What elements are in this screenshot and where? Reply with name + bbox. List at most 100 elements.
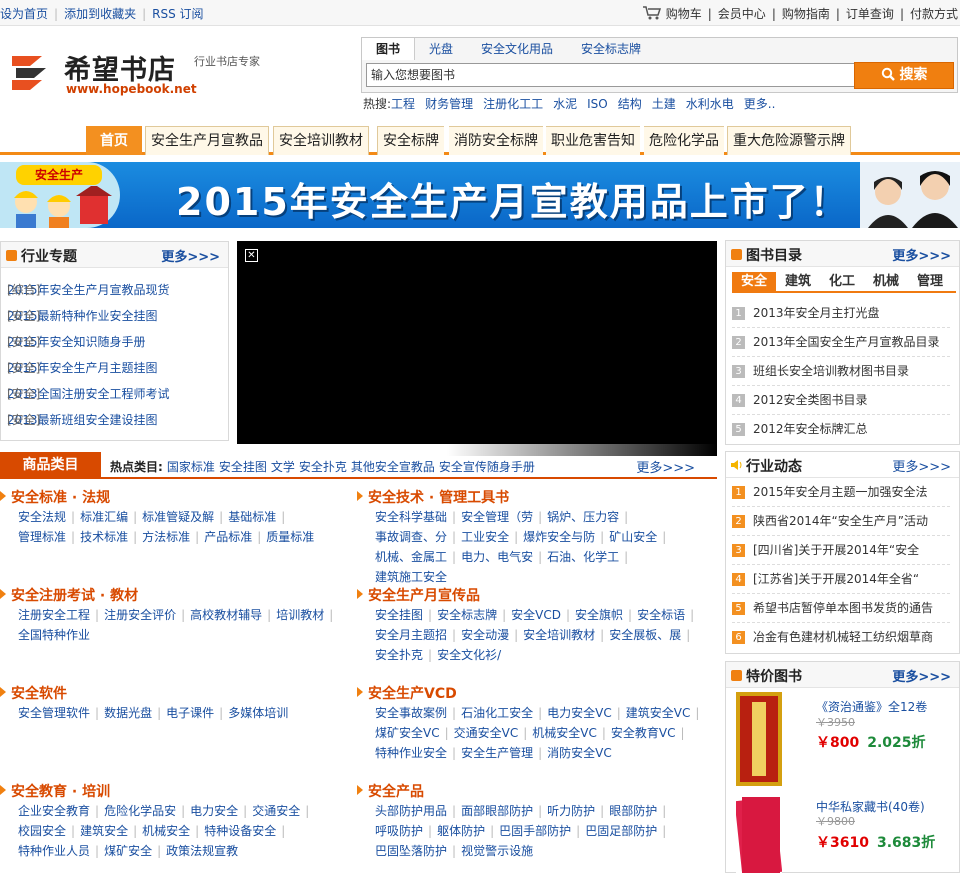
list-item[interactable]: 4 [江苏省]关于开展2014年全省“ — [732, 565, 950, 594]
category-link[interactable]: 安全事故案例 — [375, 706, 447, 720]
close-icon[interactable]: ✕ — [245, 249, 258, 262]
category-link[interactable]: 交通安全 — [252, 804, 300, 818]
category-link[interactable]: 政策法规宣教 — [166, 844, 238, 858]
nav-fire-signs[interactable]: 消防安全标牌 — [449, 126, 543, 155]
hot-search-item[interactable]: ISO — [587, 97, 608, 111]
category-heading[interactable]: 安全技术 · 管理工具书 — [357, 487, 509, 507]
hot-category-link[interactable]: 安全扑克 — [299, 460, 347, 474]
category-link[interactable]: 安全旗帜 — [575, 608, 623, 622]
category-link[interactable]: 特种作业安全 — [375, 746, 447, 760]
book-cover-zizhitongjian[interactable] — [736, 692, 782, 786]
category-link[interactable]: 安全管理软件 — [18, 706, 90, 720]
hot-category-link[interactable]: 其他安全宣教品 — [351, 460, 435, 474]
category-link[interactable]: 标准汇编 — [80, 510, 128, 524]
hot-search-item[interactable]: 水泥 — [553, 97, 577, 111]
category-link[interactable]: 质量标准 — [266, 530, 314, 544]
cart-link[interactable]: 购物车 — [666, 7, 702, 21]
categories-more[interactable]: 更多>>> — [636, 457, 695, 476]
search-tab-cd[interactable]: 光盘 — [415, 38, 467, 60]
category-link[interactable]: 煤矿安全 — [104, 844, 152, 858]
payment-link[interactable]: 付款方式 — [910, 7, 958, 21]
list-item[interactable]: 2 陕西省2014年“安全生产月”活动 — [732, 507, 950, 536]
tab-management[interactable]: 管理 — [908, 272, 952, 291]
hot-search-item[interactable]: 水利水电 — [686, 97, 734, 111]
category-link[interactable]: 巴固坠落防护 — [375, 844, 447, 858]
category-link[interactable]: 标准管疑及解 — [142, 510, 214, 524]
tab-safety[interactable]: 安全 — [732, 272, 776, 291]
category-link[interactable]: 巴固手部防护 — [499, 824, 571, 838]
tab-chemical[interactable]: 化工 — [820, 272, 864, 291]
category-link[interactable]: 安全展板、展 — [609, 628, 681, 642]
category-link[interactable]: 电子课件 — [166, 706, 214, 720]
hot-category-link[interactable]: 文学 — [271, 460, 295, 474]
category-heading[interactable]: 安全生产VCD — [357, 683, 457, 703]
category-link[interactable]: 锅炉、压力容 — [547, 510, 619, 524]
tab-construction[interactable]: 建筑 — [776, 272, 820, 291]
category-link[interactable]: 特种作业人员 — [18, 844, 90, 858]
category-link[interactable]: 企业安全教育 — [18, 804, 90, 818]
category-link[interactable]: 电力安全 — [190, 804, 238, 818]
category-link[interactable]: 多媒体培训 — [228, 706, 288, 720]
category-link[interactable]: 眼部防护 — [609, 804, 657, 818]
list-item[interactable]: 2 2013年全国安全生产月宣教品目录 — [732, 328, 950, 357]
category-link[interactable]: 安全培训教材 — [523, 628, 595, 642]
category-link[interactable]: 高校教材辅导 — [190, 608, 262, 622]
category-link[interactable]: 石油化工安全 — [461, 706, 533, 720]
list-item[interactable]: [安全] 2015最新特种作业安全挂图 — [7, 307, 158, 324]
category-link[interactable]: 基础标准 — [228, 510, 276, 524]
category-link[interactable]: 机械、金属工 — [375, 550, 447, 564]
promo-banner[interactable]: 安全生产 2015年安全生产月宣教用品上市了！ — [0, 162, 960, 228]
nav-safety-month[interactable]: 安全生产月宣教品 — [145, 126, 269, 155]
category-link[interactable]: 机械安全 — [142, 824, 190, 838]
category-link[interactable]: 安全文化衫/ — [437, 648, 501, 662]
category-link[interactable]: 消防安全VC — [547, 746, 612, 760]
category-link[interactable]: 头部防护用品 — [375, 804, 447, 818]
category-heading[interactable]: 安全注册考试 · 教材 — [0, 585, 138, 605]
nav-home[interactable]: 首页 — [86, 126, 142, 155]
list-item[interactable]: 4 2012安全类图书目录 — [732, 386, 950, 415]
shopping-guide-link[interactable]: 购物指南 — [782, 7, 830, 21]
nav-hazardous-chemicals[interactable]: 危险化学品 — [644, 126, 724, 155]
category-link[interactable]: 呼吸防护 — [375, 824, 423, 838]
member-center-link[interactable]: 会员中心 — [718, 7, 766, 21]
tab-mechanical[interactable]: 机械 — [864, 272, 908, 291]
category-link[interactable]: 安全动漫 — [461, 628, 509, 642]
category-heading[interactable]: 安全标准 · 法规 — [0, 487, 110, 507]
category-link[interactable]: 产品标准 — [204, 530, 252, 544]
list-item[interactable]: 1 2015年安全月主题一加强安全法 — [732, 478, 950, 507]
category-link[interactable]: 特种设备安全 — [204, 824, 276, 838]
category-link[interactable]: 安全管理（劳 — [461, 510, 533, 524]
hot-search-more[interactable]: 更多.. — [744, 97, 776, 111]
list-item[interactable]: 1 2013年安全月主打光盘 — [732, 299, 950, 328]
list-item[interactable]: 5 希望书店暂停单本图书发货的通告 — [732, 594, 950, 623]
list-item[interactable]: [综合] 2015年安全生产月宣教品现货 — [7, 281, 170, 298]
video-player[interactable]: ✕ — [237, 241, 717, 444]
list-item[interactable]: 3 [四川省]关于开展2014年“安全 — [732, 536, 950, 565]
category-link[interactable]: 安全挂图 — [375, 608, 423, 622]
hot-search-item[interactable]: 结构 — [618, 97, 642, 111]
category-link[interactable]: 方法标准 — [142, 530, 190, 544]
book-cover-private-collection[interactable] — [736, 793, 782, 873]
category-heading[interactable]: 安全教育 · 培训 — [0, 781, 110, 801]
book-title[interactable]: 《资治通鉴》全12卷 — [816, 698, 927, 715]
category-link[interactable]: 安全标语 — [637, 608, 685, 622]
category-link[interactable]: 煤矿安全VC — [375, 726, 440, 740]
category-link[interactable]: 安全生产管理 — [461, 746, 533, 760]
category-link[interactable]: 校园安全 — [18, 824, 66, 838]
nav-major-hazard[interactable]: 重大危险源警示牌 — [727, 126, 851, 155]
category-link[interactable]: 建筑施工安全 — [375, 570, 447, 584]
category-link[interactable]: 注册安全工程 — [18, 608, 90, 622]
list-item[interactable]: [安全] 2013全国注册安全工程师考试 — [7, 385, 170, 402]
hot-search-item[interactable]: 土建 — [652, 97, 676, 111]
category-link[interactable]: 安全VCD — [511, 608, 561, 622]
category-link[interactable]: 工业安全 — [461, 530, 509, 544]
category-link[interactable]: 数据光盘 — [104, 706, 152, 720]
category-link[interactable]: 建筑安全 — [80, 824, 128, 838]
order-query-link[interactable]: 订单查询 — [846, 7, 894, 21]
hot-search-item[interactable]: 工程 — [391, 97, 415, 111]
hot-search-item[interactable]: 财务管理 — [425, 97, 473, 111]
list-item[interactable]: [安全] 2015年安全知识随身手册 — [7, 333, 146, 350]
industry-news-more[interactable]: 更多>>> — [892, 456, 951, 475]
category-link[interactable]: 听力防护 — [547, 804, 595, 818]
category-link[interactable]: 机械安全VC — [532, 726, 597, 740]
